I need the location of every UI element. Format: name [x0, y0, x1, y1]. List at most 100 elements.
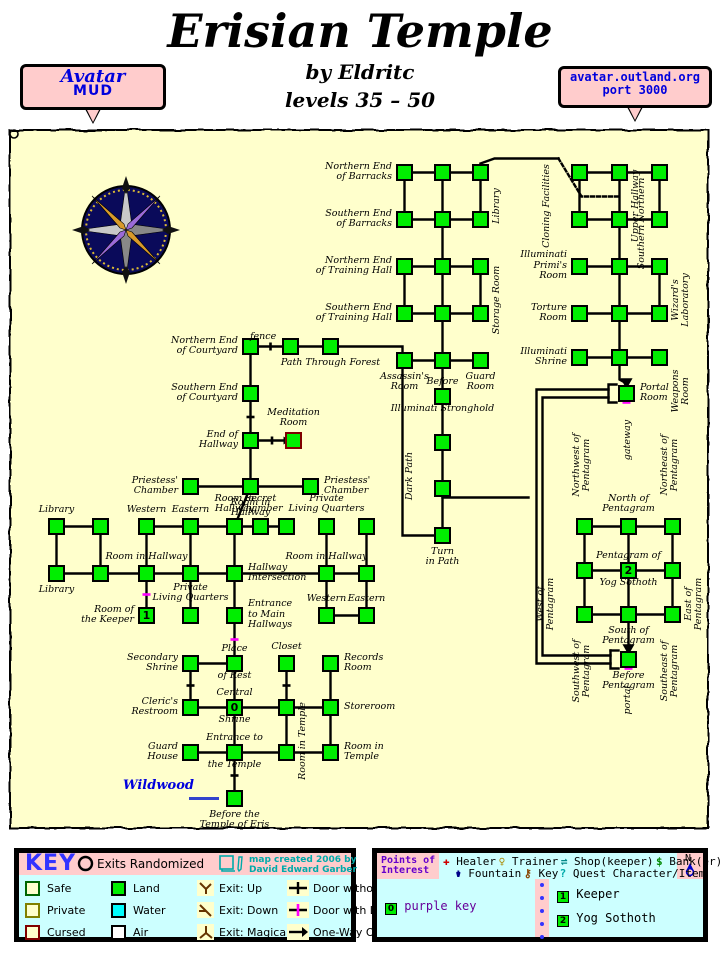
room-before-the-temple-of-eris[interactable] — [226, 790, 243, 807]
room-room-in-hallway-top[interactable] — [226, 518, 243, 535]
room-library-ne[interactable] — [92, 518, 109, 535]
room-room-in-temple-east[interactable] — [322, 744, 339, 761]
room-label: Wizard's Laboratory — [670, 273, 692, 327]
room-western-end-of-barracks[interactable] — [318, 607, 335, 624]
room-cloning-facilities-upper[interactable] — [571, 164, 588, 181]
map-annotation: fence — [250, 331, 277, 342]
page-header: Erisian Temple by Eldritc levels 35 – 50… — [0, 0, 720, 126]
key-swatch-land — [111, 881, 126, 896]
room-upper-hallway-m2[interactable] — [611, 305, 628, 322]
room-label: End of Hallway — [198, 428, 238, 450]
poi-dot — [540, 909, 544, 913]
room-main-hallway-2[interactable] — [434, 211, 451, 228]
room-northern-operations[interactable] — [651, 164, 668, 181]
room-library-sw[interactable] — [48, 565, 65, 582]
map-panel: 210 Northern End of Barracks Library Southe… — [8, 128, 712, 832]
room-label: Hallway Intersection — [248, 561, 307, 583]
poi-item-Keeper: 1 Keeper — [557, 887, 620, 903]
room-priestess-chamber-west[interactable] — [182, 478, 199, 495]
room-portal-room[interactable] — [618, 385, 635, 402]
key-label-cursed: Cursed — [47, 926, 86, 939]
server-port: port 3000 — [602, 82, 668, 97]
key-exit-icon-2 — [197, 924, 214, 940]
room-label: Portal Room — [640, 381, 669, 403]
room-meditation-room[interactable] — [285, 432, 302, 449]
room-library-se[interactable] — [92, 565, 109, 582]
room-label: Path Through Forest — [280, 357, 381, 368]
room-private-living-quarters-ne[interactable] — [358, 518, 375, 535]
room-entrance-to-main-hallways[interactable] — [226, 607, 243, 624]
room-southern-end-of-courtyard[interactable] — [242, 385, 259, 402]
room-records-room[interactable] — [322, 655, 339, 672]
room-wizard-s-laboratory-lower[interactable] — [651, 305, 668, 322]
room-northern-end-of-training-hall[interactable] — [396, 258, 413, 275]
room-illuminati-primi-s-room[interactable] — [571, 258, 588, 275]
room-secret-chamber-b[interactable] — [278, 518, 295, 535]
key-label-water: Water — [133, 904, 166, 917]
server-address-plaque: avatar.outland.org port 3000 — [558, 66, 712, 122]
room-western-end-of-practice-hall[interactable] — [138, 518, 155, 535]
room-upper-hallway-n1[interactable] — [611, 164, 628, 181]
room-hallway-mid2[interactable] — [182, 565, 199, 582]
poi-item-purple-key: 0 purple key — [385, 899, 476, 915]
room-weapons-room[interactable] — [651, 349, 668, 366]
key-label-exit-0: Exit: Up — [219, 882, 263, 895]
avatar-mud-plaque: Avatar MUD — [20, 64, 166, 124]
key-door-icon-1 — [287, 902, 309, 918]
room-path-through-forest-1[interactable] — [282, 338, 299, 355]
room-torture-room[interactable] — [571, 305, 588, 322]
key-label-safe: Safe — [47, 882, 72, 895]
room-eastern-end-of-practice-hall[interactable] — [182, 518, 199, 535]
room-main-hallway-north[interactable] — [434, 164, 451, 181]
plaque-tail-icon — [84, 107, 102, 124]
exits-randomized-icon — [77, 855, 94, 872]
room-upper-hallway-m3[interactable] — [611, 349, 628, 366]
room-northern-end-of-barracks[interactable] — [396, 164, 413, 181]
room-path-through-forest-2[interactable] — [322, 338, 339, 355]
room-label: Cloning Facilities — [541, 164, 552, 248]
room-upper-hallway-m1[interactable] — [611, 258, 628, 275]
room-southern-end-of-training-hall[interactable] — [396, 305, 413, 322]
map-annotation: portal — [622, 685, 633, 715]
room-eastern-end-of-barracks[interactable] — [358, 607, 375, 624]
exit-label-wildwood[interactable]: Wildwood — [123, 778, 194, 793]
room-label: Northern End of Training Hall — [315, 254, 392, 276]
room-library-nw[interactable] — [48, 518, 65, 535]
room-private-living-quarters-nw[interactable] — [318, 518, 335, 535]
room-upper-hallway-n2[interactable] — [611, 211, 628, 228]
room-before-pentagram[interactable] — [620, 651, 637, 668]
room-storeroom[interactable] — [322, 699, 339, 716]
room-label: Closet — [271, 640, 302, 652]
room-northwest-of-pentagram[interactable] — [576, 518, 593, 535]
room-dark-path-1[interactable] — [434, 434, 451, 451]
room-hallway-intersection[interactable] — [226, 565, 243, 582]
room-label: Torture Room — [531, 301, 567, 323]
points-of-interest-box: Points of Interest N ✚ Healer ♀ Trainer ⇌ … — [372, 848, 720, 942]
room-wizard-s-laboratory-upper[interactable] — [651, 258, 668, 275]
room-library-lower[interactable] — [472, 211, 489, 228]
room-private-living-quarters-s[interactable] — [182, 607, 199, 624]
room-south-of-pentagram[interactable] — [620, 606, 637, 623]
room-room-in-hallway-mid[interactable] — [138, 565, 155, 582]
room-north-of-pentagram[interactable] — [620, 518, 637, 535]
room-secret-chamber-a[interactable] — [252, 518, 269, 535]
room-dark-path-2[interactable] — [434, 480, 451, 497]
key-swatch-air — [111, 925, 126, 940]
room-southern-end-of-barracks[interactable] — [396, 211, 413, 228]
room-library-upper[interactable] — [472, 164, 489, 181]
room-cloning-facilities-lower[interactable] — [571, 211, 588, 228]
room-label: Illuminati Shrine — [520, 345, 567, 367]
room-room-of-the-keeper[interactable]: 1 — [138, 607, 155, 624]
room-southern-operations-room[interactable] — [651, 211, 668, 228]
room-room-in-hallway-east[interactable] — [318, 565, 335, 582]
room-southeast-of-pentagram[interactable] — [664, 606, 681, 623]
poi-marker: 0 — [385, 903, 397, 915]
key-exit-icon-1 — [197, 902, 214, 918]
room-southwest-of-pentagram[interactable] — [576, 606, 593, 623]
room-label: Entrance to Main Hallways — [248, 598, 293, 630]
room-northeast-of-pentagram[interactable] — [664, 518, 681, 535]
room-illuminati-shrine[interactable] — [571, 349, 588, 366]
room-turn-in-path[interactable] — [434, 527, 451, 544]
room-end-of-hallway[interactable] — [242, 432, 259, 449]
room-room-in-hallway-east2[interactable] — [358, 565, 375, 582]
